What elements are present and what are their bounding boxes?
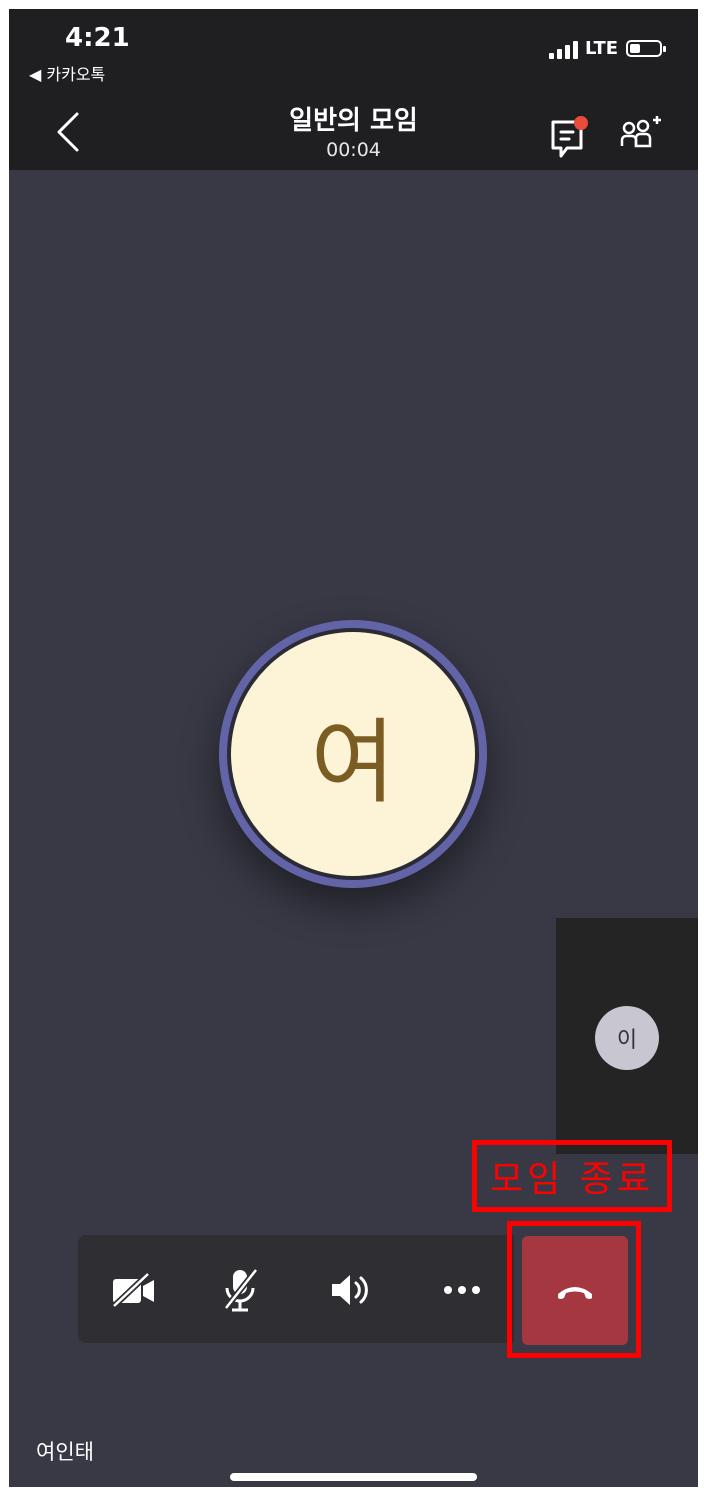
end-call-annotation-frame: [507, 1221, 641, 1358]
status-bar: 4:21 ◀ 카카오톡 LTE: [9, 9, 698, 84]
chat-icon[interactable]: [549, 114, 593, 164]
main-participant-initial: 여: [231, 632, 475, 876]
self-user-name: 여인태: [36, 1440, 94, 1464]
back-to-app-link[interactable]: ◀ 카카오톡: [29, 61, 105, 85]
network-label: LTE: [585, 38, 619, 59]
main-participant-avatar: 여: [219, 620, 487, 888]
side-participant-avatar: 이: [595, 1006, 659, 1070]
side-participant-tile[interactable]: 이: [556, 918, 698, 1154]
call-duration: 00:04: [326, 139, 381, 161]
speaker-icon[interactable]: [322, 1260, 382, 1320]
mic-off-icon[interactable]: [210, 1260, 270, 1320]
end-meeting-annotation-label: 모임 종료: [472, 1140, 672, 1212]
signal-icon: [549, 39, 578, 59]
status-time: 4:21: [65, 23, 130, 53]
call-controls-bar: [78, 1235, 514, 1343]
battery-icon: [626, 40, 666, 57]
camera-off-icon[interactable]: [104, 1260, 164, 1320]
meeting-title: 일반의 모임: [289, 106, 418, 136]
call-header: 일반의 모임 00:04: [9, 84, 698, 170]
home-indicator[interactable]: [230, 1473, 477, 1481]
more-icon[interactable]: [432, 1260, 492, 1320]
add-people-icon[interactable]: [619, 114, 663, 158]
hang-up-icon: [558, 1286, 592, 1299]
call-screen: 4:21 ◀ 카카오톡 LTE 일반의 모임 00:04 여 이 모임 종료 여…: [9, 9, 698, 1487]
chat-badge-icon: [574, 116, 588, 130]
hang-up-button[interactable]: [522, 1236, 628, 1345]
